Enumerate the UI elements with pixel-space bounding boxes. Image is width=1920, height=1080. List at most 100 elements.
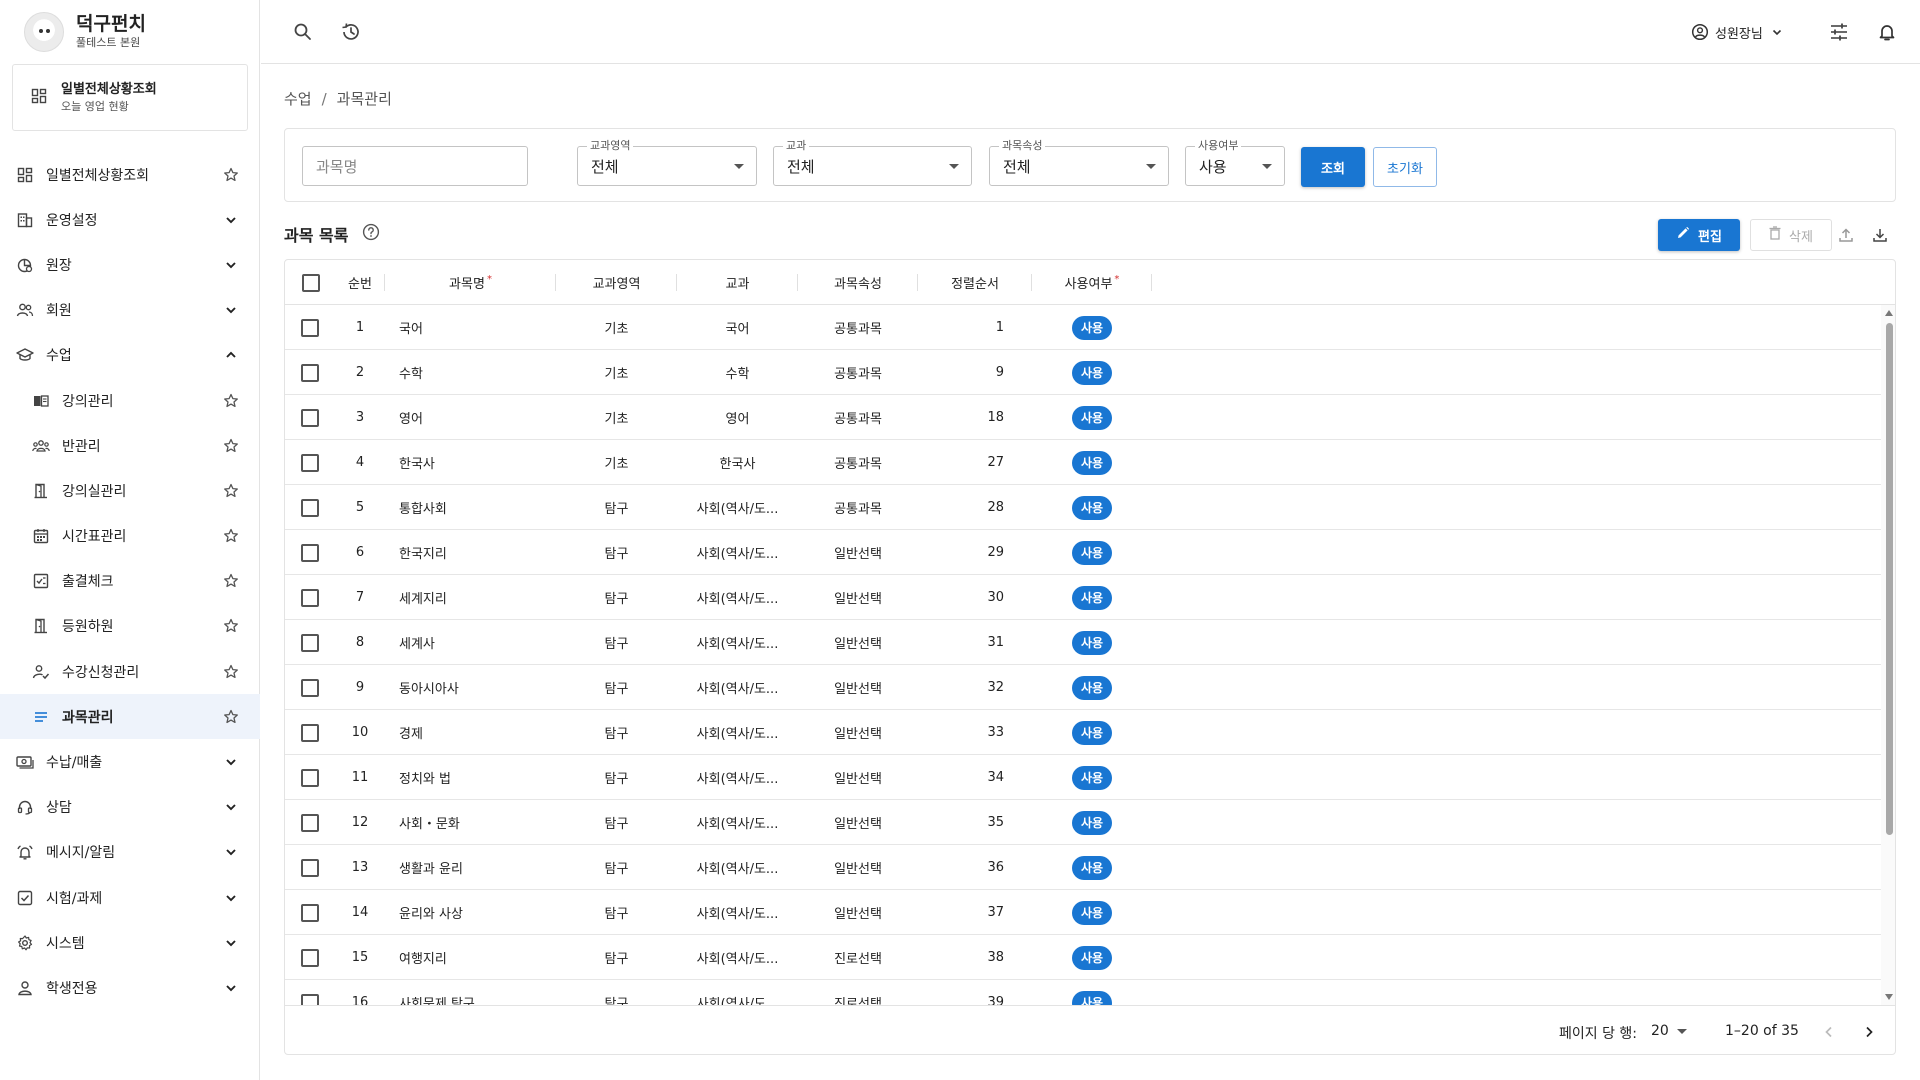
sidebar-item[interactable]: 수강신청관리 — [0, 649, 260, 694]
use-select[interactable]: 사용여부 사용 — [1185, 140, 1285, 186]
row-checkbox[interactable] — [301, 845, 319, 890]
sidebar-item[interactable]: 운영설정 — [0, 197, 260, 242]
prev-page-icon[interactable] — [1817, 1020, 1841, 1044]
sidebar-item[interactable]: 일별전체상황조회 — [0, 152, 260, 197]
area-select[interactable]: 교과영역 전체 — [577, 140, 757, 186]
table-row[interactable]: 6 한국지리 탐구 사회(역사/도... 일반선택 29 사용 — [285, 530, 1881, 575]
sidebar-item[interactable]: 원장 — [0, 242, 260, 287]
select-all-checkbox[interactable] — [301, 260, 321, 305]
sidebar-item[interactable]: 과목관리 — [0, 694, 260, 740]
table-row[interactable]: 13 생활과 윤리 탐구 사회(역사/도... 일반선택 36 사용 — [285, 845, 1881, 890]
search-icon[interactable] — [291, 20, 315, 44]
reset-button[interactable]: 초기화 — [1373, 147, 1437, 187]
star-icon[interactable] — [222, 572, 240, 590]
chevron-down-icon[interactable] — [222, 934, 240, 952]
scroll-down-icon[interactable] — [1885, 994, 1893, 1000]
chevron-down-icon[interactable] — [222, 843, 240, 861]
table-row[interactable]: 2 수학 기초 수학 공통과목 9 사용 — [285, 350, 1881, 395]
chevron-down-icon[interactable] — [222, 798, 240, 816]
sidebar-item[interactable]: 반관리 — [0, 423, 260, 468]
breadcrumb-parent[interactable]: 수업 — [284, 88, 312, 109]
table-row[interactable]: 3 영어 기초 영어 공통과목 18 사용 — [285, 395, 1881, 440]
chevron-down-icon[interactable] — [222, 753, 240, 771]
delete-button[interactable]: 삭제 — [1750, 219, 1832, 251]
table-row[interactable]: 7 세계지리 탐구 사회(역사/도... 일반선택 30 사용 — [285, 575, 1881, 620]
column-header-subject-name[interactable]: 과목명 * — [385, 260, 556, 305]
row-checkbox[interactable] — [301, 350, 319, 395]
chevron-down-icon[interactable] — [222, 889, 240, 907]
sidebar-item[interactable]: 강의실관리 — [0, 468, 260, 513]
table-row[interactable]: 9 동아시아사 탐구 사회(역사/도... 일반선택 32 사용 — [285, 665, 1881, 710]
row-checkbox[interactable] — [301, 755, 319, 800]
chevron-down-icon[interactable] — [222, 301, 240, 319]
column-header-sort-order[interactable]: 정렬순서 — [918, 260, 1032, 305]
table-row[interactable]: 16 사회문제 탐구 탐구 사회(역사/도... 진로선택 39 사용 — [285, 980, 1881, 1005]
sidebar-item[interactable]: 상담 — [0, 785, 260, 830]
sidebar-item[interactable]: 강의관리 — [0, 378, 260, 423]
row-checkbox[interactable] — [301, 440, 319, 485]
table-row[interactable]: 4 한국사 기초 한국사 공통과목 27 사용 — [285, 440, 1881, 485]
search-button[interactable]: 조회 — [1301, 147, 1365, 187]
row-checkbox[interactable] — [301, 935, 319, 980]
sidebar-item[interactable]: 시간표관리 — [0, 514, 260, 559]
tune-icon[interactable] — [1827, 20, 1851, 44]
column-header-curriculum[interactable]: 교과 — [677, 260, 798, 305]
table-row[interactable]: 14 윤리와 사상 탐구 사회(역사/도... 일반선택 37 사용 — [285, 890, 1881, 935]
column-header-use[interactable]: 사용여부 * — [1032, 260, 1152, 305]
column-header-no[interactable]: 순번 — [335, 260, 385, 305]
scroll-thumb[interactable] — [1886, 323, 1893, 835]
sidebar-item[interactable]: 회원 — [0, 288, 260, 333]
row-checkbox[interactable] — [301, 800, 319, 845]
vertical-scrollbar[interactable] — [1881, 305, 1895, 1005]
user-menu[interactable]: 성원장님 — [1691, 20, 1783, 44]
star-icon[interactable] — [222, 392, 240, 410]
row-checkbox[interactable] — [301, 395, 319, 440]
download-icon[interactable] — [1868, 223, 1892, 247]
sidebar-item[interactable]: 등원하원 — [0, 604, 260, 649]
row-checkbox[interactable] — [301, 710, 319, 755]
quick-card-daily-status[interactable]: 일별전체상황조회 오늘 영업 현황 — [12, 64, 248, 131]
sidebar-item[interactable]: 시스템 — [0, 920, 260, 965]
chevron-up-icon[interactable] — [222, 346, 240, 364]
chevron-down-icon[interactable] — [222, 979, 240, 997]
sidebar-item[interactable]: 수납/매출 — [0, 739, 260, 784]
history-icon[interactable] — [339, 20, 363, 44]
table-row[interactable]: 5 통합사회 탐구 사회(역사/도... 공통과목 28 사용 — [285, 485, 1881, 530]
sidebar-item[interactable]: 수업 — [0, 333, 260, 378]
row-checkbox[interactable] — [301, 665, 319, 710]
table-row[interactable]: 8 세계사 탐구 사회(역사/도... 일반선택 31 사용 — [285, 620, 1881, 665]
table-row[interactable]: 15 여행지리 탐구 사회(역사/도... 진로선택 38 사용 — [285, 935, 1881, 980]
star-icon[interactable] — [222, 166, 240, 184]
row-checkbox[interactable] — [301, 485, 319, 530]
chevron-down-icon[interactable] — [222, 211, 240, 229]
rows-per-page-select[interactable]: 20 — [1651, 1023, 1687, 1039]
curriculum-select[interactable]: 교과 전체 — [773, 140, 972, 186]
edit-button[interactable]: 편집 — [1658, 219, 1740, 251]
table-row[interactable]: 12 사회・문화 탐구 사회(역사/도... 일반선택 35 사용 — [285, 800, 1881, 845]
star-icon[interactable] — [222, 617, 240, 635]
table-row[interactable]: 11 정치와 법 탐구 사회(역사/도... 일반선택 34 사용 — [285, 755, 1881, 800]
scroll-up-icon[interactable] — [1885, 310, 1893, 316]
star-icon[interactable] — [222, 708, 240, 726]
brand[interactable]: 덕구펀치 풀테스트 본원 — [24, 10, 244, 54]
next-page-icon[interactable] — [1857, 1020, 1881, 1044]
row-checkbox[interactable] — [301, 980, 319, 1005]
attribute-select[interactable]: 과목속성 전체 — [989, 140, 1169, 186]
row-checkbox[interactable] — [301, 620, 319, 665]
star-icon[interactable] — [222, 482, 240, 500]
sidebar-item[interactable]: 메시지/알림 — [0, 830, 260, 875]
row-checkbox[interactable] — [301, 575, 319, 620]
help-icon[interactable] — [362, 223, 380, 245]
star-icon[interactable] — [222, 437, 240, 455]
notifications-icon[interactable] — [1875, 20, 1899, 44]
chevron-down-icon[interactable] — [222, 256, 240, 274]
row-checkbox[interactable] — [301, 305, 319, 350]
row-checkbox[interactable] — [301, 890, 319, 935]
table-row[interactable]: 1 국어 기초 국어 공통과목 1 사용 — [285, 305, 1881, 350]
subject-name-input[interactable]: 과목명 — [302, 146, 528, 186]
star-icon[interactable] — [222, 527, 240, 545]
sidebar-item[interactable]: 출결체크 — [0, 559, 260, 604]
column-header-attribute[interactable]: 과목속성 — [798, 260, 918, 305]
column-header-area[interactable]: 교과영역 — [556, 260, 677, 305]
star-icon[interactable] — [222, 663, 240, 681]
